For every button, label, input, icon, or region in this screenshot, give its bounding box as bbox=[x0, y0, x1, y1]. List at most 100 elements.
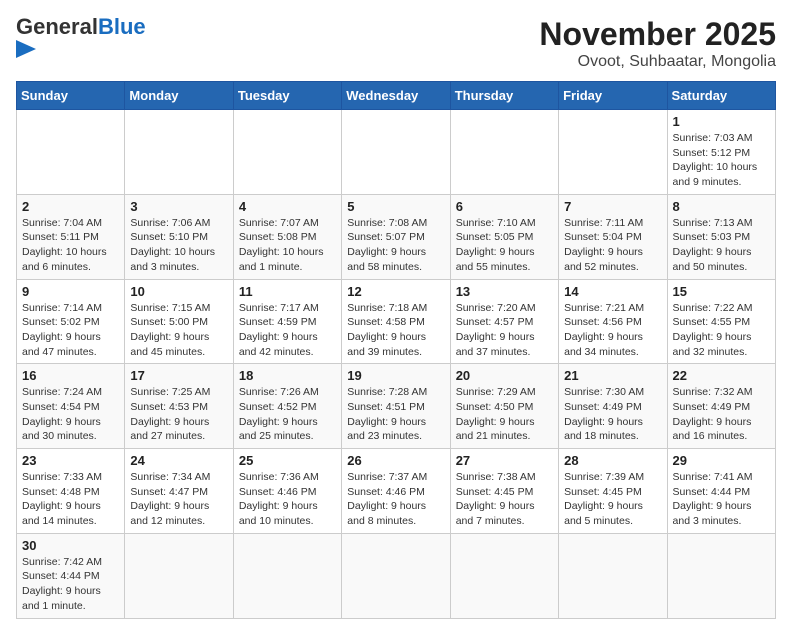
calendar-cell: 25Sunrise: 7:36 AMSunset: 4:46 PMDayligh… bbox=[233, 449, 341, 534]
calendar-cell bbox=[342, 110, 450, 195]
day-number: 11 bbox=[239, 284, 336, 299]
day-number: 14 bbox=[564, 284, 661, 299]
calendar-week-3: 9 Sunrise: 7:14 AMSunset: 5:02 PMDaylight… bbox=[17, 279, 776, 364]
day-number: 19 bbox=[347, 368, 444, 383]
day-info: Sunrise: 7:15 AMSunset: 5:00 PMDaylight:… bbox=[130, 301, 227, 360]
calendar-cell: 30 Sunrise: 7:42 AMSunset: 4:44 PMDayligh… bbox=[17, 533, 125, 618]
day-info: Sunrise: 7:06 AMSunset: 5:10 PMDaylight:… bbox=[130, 216, 227, 275]
day-info: Sunrise: 7:18 AMSunset: 4:58 PMDaylight:… bbox=[347, 301, 444, 360]
day-number: 18 bbox=[239, 368, 336, 383]
calendar-cell: 13 Sunrise: 7:20 AMSunset: 4:57 PMDayligh… bbox=[450, 279, 558, 364]
header-saturday: Saturday bbox=[667, 82, 775, 110]
calendar-cell bbox=[233, 533, 341, 618]
calendar-table: Sunday Monday Tuesday Wednesday Thursday… bbox=[16, 81, 776, 619]
calendar-cell: 24Sunrise: 7:34 AMSunset: 4:47 PMDayligh… bbox=[125, 449, 233, 534]
day-info: Sunrise: 7:08 AMSunset: 5:07 PMDaylight:… bbox=[347, 216, 444, 275]
day-number: 2 bbox=[22, 199, 119, 214]
calendar-cell: 27 Sunrise: 7:38 AMSunset: 4:45 PMDayligh… bbox=[450, 449, 558, 534]
day-info: Sunrise: 7:11 AMSunset: 5:04 PMDaylight:… bbox=[564, 216, 661, 275]
day-info: Sunrise: 7:42 AMSunset: 4:44 PMDaylight:… bbox=[22, 555, 119, 614]
calendar-cell: 16Sunrise: 7:24 AMSunset: 4:54 PMDayligh… bbox=[17, 364, 125, 449]
calendar-cell: 28Sunrise: 7:39 AMSunset: 4:45 PMDayligh… bbox=[559, 449, 667, 534]
calendar-cell bbox=[125, 533, 233, 618]
calendar-cell bbox=[667, 533, 775, 618]
day-info: Sunrise: 7:22 AMSunset: 4:55 PMDaylight:… bbox=[673, 301, 770, 360]
day-info: Sunrise: 7:38 AMSunset: 4:45 PMDaylight:… bbox=[456, 470, 553, 529]
page: General Blue November 2025 Ovoot, Suhbaa… bbox=[0, 0, 792, 635]
calendar-week-1: 1 Sunrise: 7:03 AMSunset: 5:12 PMDaylight… bbox=[17, 110, 776, 195]
calendar-header-row: Sunday Monday Tuesday Wednesday Thursday… bbox=[17, 82, 776, 110]
logo-icon bbox=[16, 40, 86, 58]
header-thursday: Thursday bbox=[450, 82, 558, 110]
day-info: Sunrise: 7:32 AMSunset: 4:49 PMDaylight:… bbox=[673, 385, 770, 444]
day-info: Sunrise: 7:28 AMSunset: 4:51 PMDaylight:… bbox=[347, 385, 444, 444]
calendar-cell: 7Sunrise: 7:11 AMSunset: 5:04 PMDaylight… bbox=[559, 194, 667, 279]
header-tuesday: Tuesday bbox=[233, 82, 341, 110]
day-info: Sunrise: 7:20 AMSunset: 4:57 PMDaylight:… bbox=[456, 301, 553, 360]
calendar-cell: 5Sunrise: 7:08 AMSunset: 5:07 PMDaylight… bbox=[342, 194, 450, 279]
calendar-week-6: 30 Sunrise: 7:42 AMSunset: 4:44 PMDayligh… bbox=[17, 533, 776, 618]
calendar-cell: 19 Sunrise: 7:28 AMSunset: 4:51 PMDayligh… bbox=[342, 364, 450, 449]
calendar-cell bbox=[450, 533, 558, 618]
header: General Blue November 2025 Ovoot, Suhbaa… bbox=[16, 16, 776, 71]
calendar-cell: 11Sunrise: 7:17 AMSunset: 4:59 PMDayligh… bbox=[233, 279, 341, 364]
header-friday: Friday bbox=[559, 82, 667, 110]
day-info: Sunrise: 7:29 AMSunset: 4:50 PMDaylight:… bbox=[456, 385, 553, 444]
calendar-cell: 6 Sunrise: 7:10 AMSunset: 5:05 PMDaylight… bbox=[450, 194, 558, 279]
day-number: 26 bbox=[347, 453, 444, 468]
day-info: Sunrise: 7:39 AMSunset: 4:45 PMDaylight:… bbox=[564, 470, 661, 529]
day-number: 6 bbox=[456, 199, 553, 214]
day-number: 8 bbox=[673, 199, 770, 214]
header-wednesday: Wednesday bbox=[342, 82, 450, 110]
calendar-cell: 20Sunrise: 7:29 AMSunset: 4:50 PMDayligh… bbox=[450, 364, 558, 449]
calendar-cell: 21 Sunrise: 7:30 AMSunset: 4:49 PMDayligh… bbox=[559, 364, 667, 449]
day-info: Sunrise: 7:30 AMSunset: 4:49 PMDaylight:… bbox=[564, 385, 661, 444]
day-info: Sunrise: 7:13 AMSunset: 5:03 PMDaylight:… bbox=[673, 216, 770, 275]
calendar-cell: 23 Sunrise: 7:33 AMSunset: 4:48 PMDayligh… bbox=[17, 449, 125, 534]
calendar-cell: 22 Sunrise: 7:32 AMSunset: 4:49 PMDayligh… bbox=[667, 364, 775, 449]
day-info: Sunrise: 7:26 AMSunset: 4:52 PMDaylight:… bbox=[239, 385, 336, 444]
day-info: Sunrise: 7:10 AMSunset: 5:05 PMDaylight:… bbox=[456, 216, 553, 275]
calendar-cell bbox=[450, 110, 558, 195]
title-block: November 2025 Ovoot, Suhbaatar, Mongolia bbox=[539, 16, 776, 71]
day-number: 15 bbox=[673, 284, 770, 299]
calendar-cell bbox=[17, 110, 125, 195]
calendar-title: November 2025 bbox=[539, 16, 776, 53]
calendar-week-5: 23 Sunrise: 7:33 AMSunset: 4:48 PMDayligh… bbox=[17, 449, 776, 534]
day-number: 16 bbox=[22, 368, 119, 383]
day-info: Sunrise: 7:37 AMSunset: 4:46 PMDaylight:… bbox=[347, 470, 444, 529]
day-info: Sunrise: 7:03 AMSunset: 5:12 PMDaylight:… bbox=[673, 131, 770, 190]
day-info: Sunrise: 7:07 AMSunset: 5:08 PMDaylight:… bbox=[239, 216, 336, 275]
calendar-cell: 2 Sunrise: 7:04 AMSunset: 5:11 PMDaylight… bbox=[17, 194, 125, 279]
day-number: 17 bbox=[130, 368, 227, 383]
day-info: Sunrise: 7:04 AMSunset: 5:11 PMDaylight:… bbox=[22, 216, 119, 275]
calendar-cell bbox=[559, 110, 667, 195]
calendar-cell: 17 Sunrise: 7:25 AMSunset: 4:53 PMDayligh… bbox=[125, 364, 233, 449]
header-monday: Monday bbox=[125, 82, 233, 110]
day-number: 25 bbox=[239, 453, 336, 468]
day-number: 9 bbox=[22, 284, 119, 299]
day-number: 13 bbox=[456, 284, 553, 299]
calendar-cell: 4Sunrise: 7:07 AMSunset: 5:08 PMDaylight… bbox=[233, 194, 341, 279]
calendar-cell: 29Sunrise: 7:41 AMSunset: 4:44 PMDayligh… bbox=[667, 449, 775, 534]
day-info: Sunrise: 7:14 AMSunset: 5:02 PMDaylight:… bbox=[22, 301, 119, 360]
calendar-cell: 26 Sunrise: 7:37 AMSunset: 4:46 PMDayligh… bbox=[342, 449, 450, 534]
day-number: 30 bbox=[22, 538, 119, 553]
day-number: 27 bbox=[456, 453, 553, 468]
day-number: 29 bbox=[673, 453, 770, 468]
logo: General Blue bbox=[16, 16, 146, 58]
day-number: 21 bbox=[564, 368, 661, 383]
day-info: Sunrise: 7:33 AMSunset: 4:48 PMDaylight:… bbox=[22, 470, 119, 529]
calendar-cell: 15 Sunrise: 7:22 AMSunset: 4:55 PMDayligh… bbox=[667, 279, 775, 364]
calendar-cell: 14Sunrise: 7:21 AMSunset: 4:56 PMDayligh… bbox=[559, 279, 667, 364]
calendar-cell: 9 Sunrise: 7:14 AMSunset: 5:02 PMDaylight… bbox=[17, 279, 125, 364]
calendar-subtitle: Ovoot, Suhbaatar, Mongolia bbox=[539, 53, 776, 71]
calendar-cell bbox=[342, 533, 450, 618]
day-number: 3 bbox=[130, 199, 227, 214]
day-number: 22 bbox=[673, 368, 770, 383]
day-number: 23 bbox=[22, 453, 119, 468]
day-number: 10 bbox=[130, 284, 227, 299]
day-number: 1 bbox=[673, 114, 770, 129]
day-info: Sunrise: 7:25 AMSunset: 4:53 PMDaylight:… bbox=[130, 385, 227, 444]
calendar-cell bbox=[233, 110, 341, 195]
